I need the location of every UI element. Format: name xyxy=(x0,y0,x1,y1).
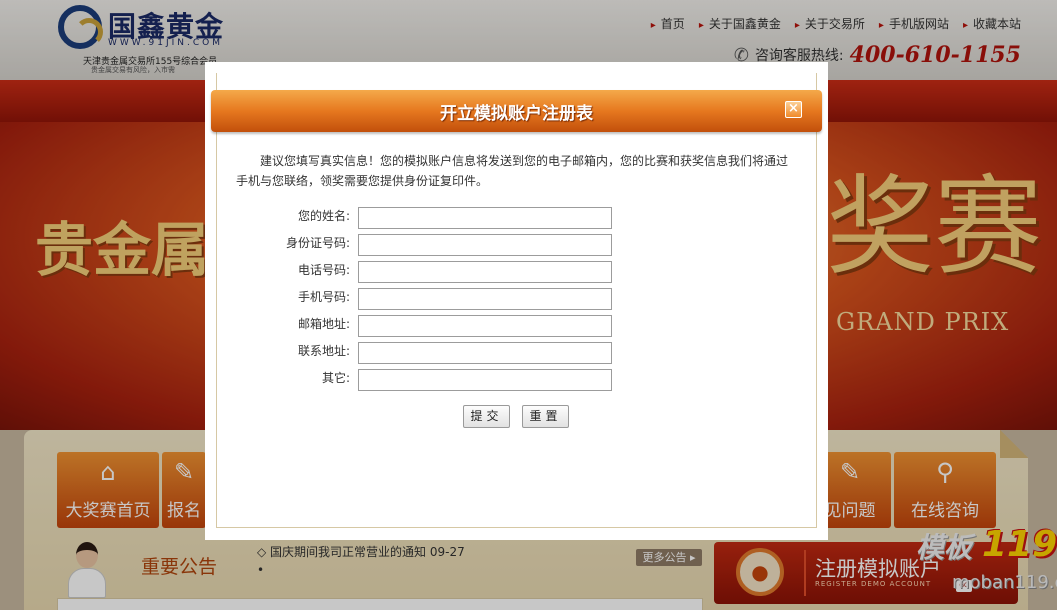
register-modal: 开立模拟账户注册表 × 建议您填写真实信息！您的模拟账户信息将发送到您的电子邮箱… xyxy=(205,62,828,540)
address-input[interactable] xyxy=(358,342,612,364)
modal-title: 开立模拟账户注册表 xyxy=(440,104,593,124)
name-label: 您的姓名: xyxy=(297,209,350,223)
mobile-input[interactable] xyxy=(358,288,612,310)
id-number-label: 身份证号码: xyxy=(285,236,350,250)
modal-intro: 建议您填写真实信息！您的模拟账户信息将发送到您的电子邮箱内，您的比赛和获奖信息我… xyxy=(236,154,789,188)
modal-title-bar: 开立模拟账户注册表 × xyxy=(211,90,822,132)
phone-label: 电话号码: xyxy=(297,263,350,277)
close-button[interactable]: × xyxy=(785,101,802,118)
address-label: 联系地址: xyxy=(297,344,350,358)
phone-input[interactable] xyxy=(358,261,612,283)
name-input[interactable] xyxy=(358,207,612,229)
other-input[interactable] xyxy=(358,369,612,391)
id-number-input[interactable] xyxy=(358,234,612,256)
other-label: 其它: xyxy=(321,371,350,385)
email-input[interactable] xyxy=(358,315,612,337)
submit-button[interactable]: 提交 xyxy=(463,405,510,428)
mobile-label: 手机号码: xyxy=(297,290,350,304)
reset-button[interactable]: 重置 xyxy=(522,405,569,428)
email-label: 邮箱地址: xyxy=(297,317,350,331)
